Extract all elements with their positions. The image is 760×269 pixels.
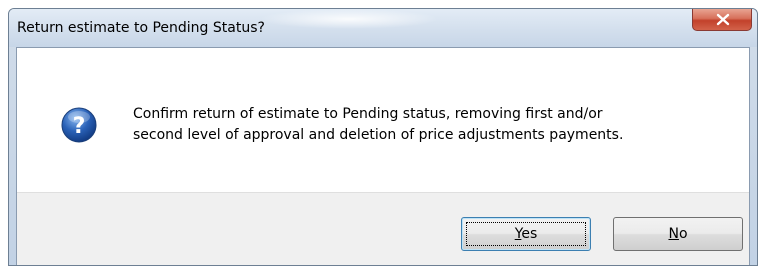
dialog-window: Return estimate to Pending Status? ? Con… xyxy=(8,8,758,266)
no-mnemonic: N xyxy=(668,226,679,242)
message-area: ? Confirm return of estimate to Pending … xyxy=(17,48,749,192)
dialog-client-area: ? Confirm return of estimate to Pending … xyxy=(16,47,750,265)
no-button-label: No xyxy=(668,226,687,242)
svg-text:?: ? xyxy=(73,114,86,139)
title-bar[interactable]: Return estimate to Pending Status? xyxy=(9,9,757,47)
dialog-title: Return estimate to Pending Status? xyxy=(17,20,265,36)
focus-ring xyxy=(466,222,586,246)
question-icon: ? xyxy=(61,107,97,143)
close-icon xyxy=(716,13,730,26)
confirmation-message: Confirm return of estimate to Pending st… xyxy=(133,106,624,143)
yes-button[interactable]: Yes xyxy=(461,217,591,251)
no-label-rest: o xyxy=(678,226,688,242)
close-button[interactable] xyxy=(692,9,752,31)
title-bar-glow xyxy=(259,9,439,29)
no-button[interactable]: No xyxy=(613,217,743,251)
button-area: Yes No xyxy=(17,192,749,265)
